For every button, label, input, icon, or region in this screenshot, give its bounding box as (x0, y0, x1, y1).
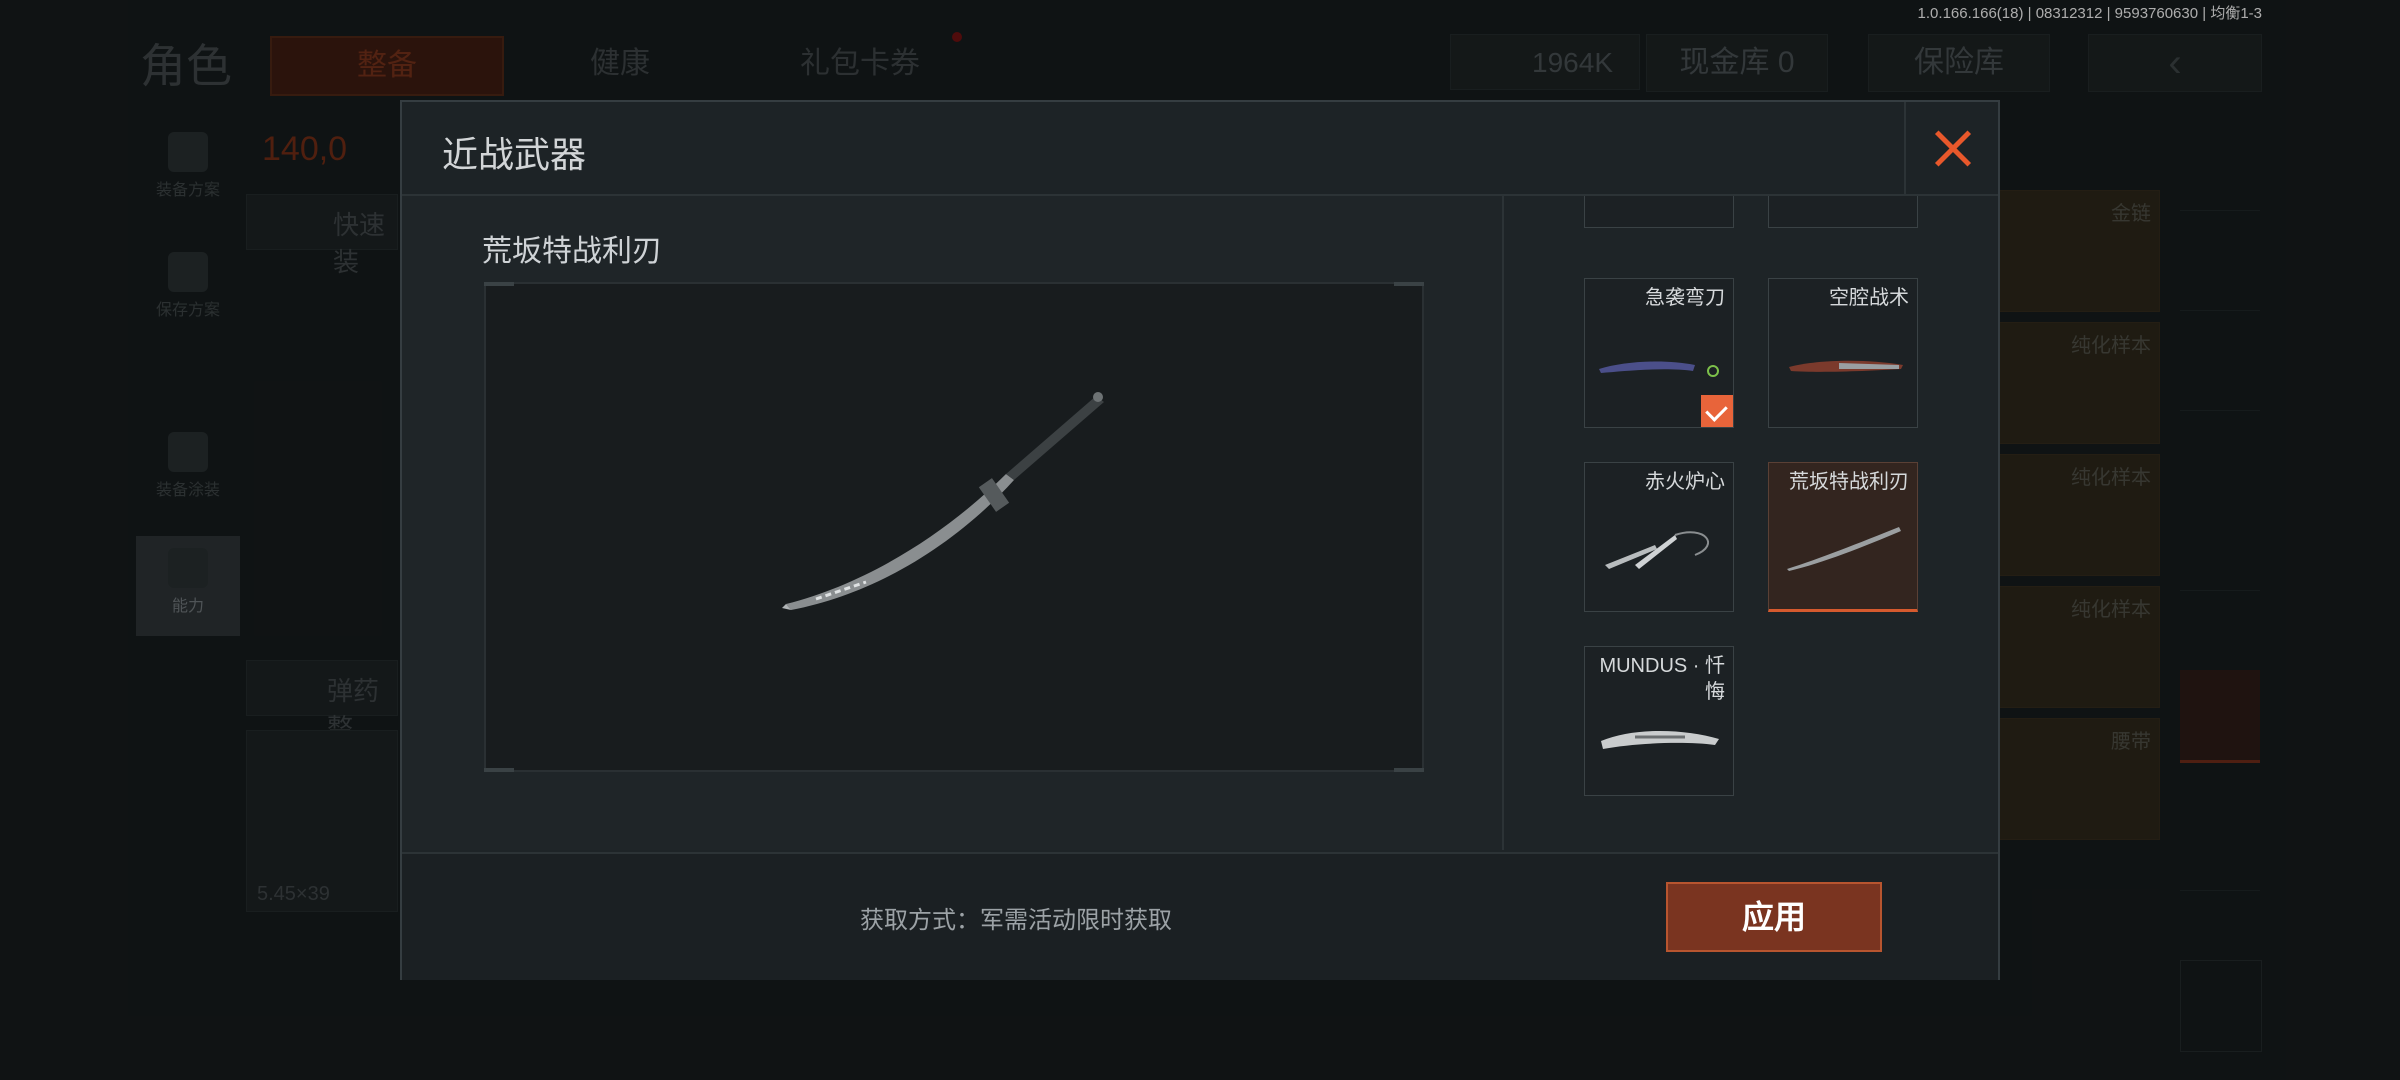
katana-icon (1787, 527, 1901, 571)
item-slot-red-fire-heart[interactable]: 赤火炉心 (1584, 462, 1734, 612)
item-slot-cavity-tactical[interactable]: 空腔战术 (1768, 278, 1918, 428)
apply-button[interactable]: 应用 (1666, 882, 1882, 952)
katana-image (782, 392, 1104, 610)
acquire-method-text: 获取方式：军需活动限时获取 (860, 907, 1172, 934)
item-label: MUNDUS · 忏悔 (1599, 655, 1725, 703)
item-label: 荒坂特战利刃 (1789, 471, 1909, 493)
twin-knives-icon (1605, 531, 1709, 569)
dialog-footer: 获取方式：军需活动限时获取 应用 (402, 852, 1998, 980)
dialog-title: 近战武器 (442, 134, 587, 175)
melee-weapon-dialog: 近战武器 荒坂特战利刃 急袭弯刀 空腔战术 赤火炉心 荒坂特战利刃 MUNDUS… (400, 100, 2400, 980)
curved-blade-icon (1599, 361, 1719, 377)
item-slot-partial[interactable] (1768, 196, 1918, 228)
equipped-check-icon (1701, 395, 1733, 427)
item-label: 急袭弯刀 (1645, 287, 1725, 309)
ornate-knife-icon (1601, 731, 1719, 749)
item-slot-partial[interactable] (1584, 196, 1734, 228)
preview-panel: 荒坂特战利刃 (402, 196, 1504, 850)
dialog-body: 荒坂特战利刃 急袭弯刀 空腔战术 赤火炉心 荒坂特战利刃 MUNDUS · 忏悔 (402, 196, 1998, 850)
item-label: 空腔战术 (1829, 287, 1909, 309)
weapon-preview[interactable] (484, 282, 1424, 772)
item-grid: 急袭弯刀 空腔战术 赤火炉心 荒坂特战利刃 MUNDUS · 忏悔 (1504, 196, 1998, 850)
dialog-box: 近战武器 荒坂特战利刃 急袭弯刀 空腔战术 赤火炉心 荒坂特战利刃 MUNDUS… (400, 100, 2000, 980)
item-label: 赤火炉心 (1645, 471, 1725, 493)
tactical-knife-icon (1789, 360, 1903, 372)
selected-item-name: 荒坂特战利刃 (482, 235, 662, 268)
item-slot-raid-blade[interactable]: 急袭弯刀 (1584, 278, 1734, 428)
dialog-header: 近战武器 (402, 102, 1998, 196)
close-icon[interactable] (1904, 102, 1998, 194)
item-slot-mundus[interactable]: MUNDUS · 忏悔 (1584, 646, 1734, 796)
item-slot-arasaka-blade[interactable]: 荒坂特战利刃 (1768, 462, 1918, 612)
